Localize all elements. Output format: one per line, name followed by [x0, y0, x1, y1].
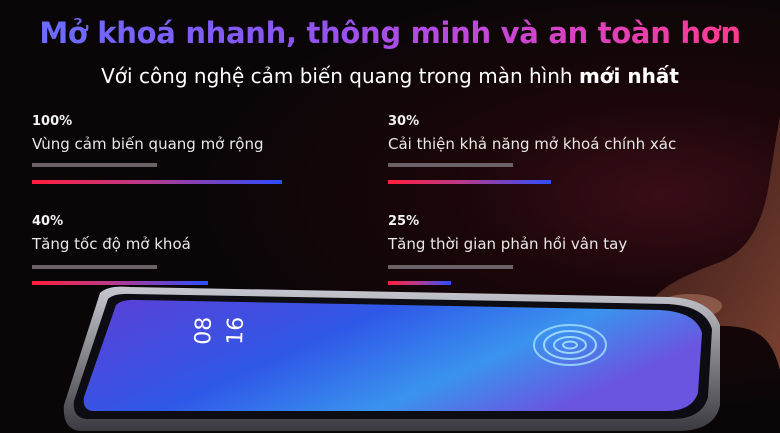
subheadline: Với công nghệ cảm biến quang trong màn h… [0, 64, 780, 88]
stat-label: Tăng tốc độ mở khoá [32, 235, 191, 253]
stat-percent: 25% [388, 214, 420, 229]
stat-label: Tăng thời gian phản hồi vân tay [388, 235, 628, 253]
stat-label: Cải thiện khả năng mở khoá chính xác [388, 135, 677, 153]
stat-bar [388, 281, 451, 285]
phone-illustration: 08 16 [63, 286, 721, 431]
stat-bar [32, 180, 282, 184]
promo-banner: 08 16 Mở khoá nhanh, thông minh và an to… [0, 0, 780, 433]
stat-accuracy: 30% Cải thiện khả năng mở khoá chính xác [388, 114, 676, 153]
stat-track [32, 265, 157, 269]
phone-clock-hour: 08 [191, 316, 217, 345]
stat-label: Vùng cảm biến quang mở rộng [32, 135, 264, 153]
stat-percent: 30% [388, 114, 420, 129]
phone-clock-minute: 16 [223, 316, 249, 345]
stat-percent: 40% [32, 214, 64, 229]
stat-unlock-speed: 40% Tăng tốc độ mở khoá [32, 214, 191, 253]
stat-track [388, 265, 513, 269]
stat-track [388, 163, 513, 167]
stat-bar [388, 180, 551, 184]
stat-response-time: 25% Tăng thời gian phản hồi vân tay [388, 214, 627, 253]
subheadline-emphasis: mới nhất [578, 64, 679, 88]
subheadline-text: Với công nghệ cảm biến quang trong màn h… [101, 64, 579, 88]
stat-bar [32, 281, 208, 285]
stat-percent: 100% [32, 114, 73, 129]
stat-track [32, 163, 157, 167]
headline: Mở khoá nhanh, thông minh và an toàn hơn [39, 16, 741, 50]
stat-sensor-area: 100% Vùng cảm biến quang mở rộng [32, 114, 264, 153]
